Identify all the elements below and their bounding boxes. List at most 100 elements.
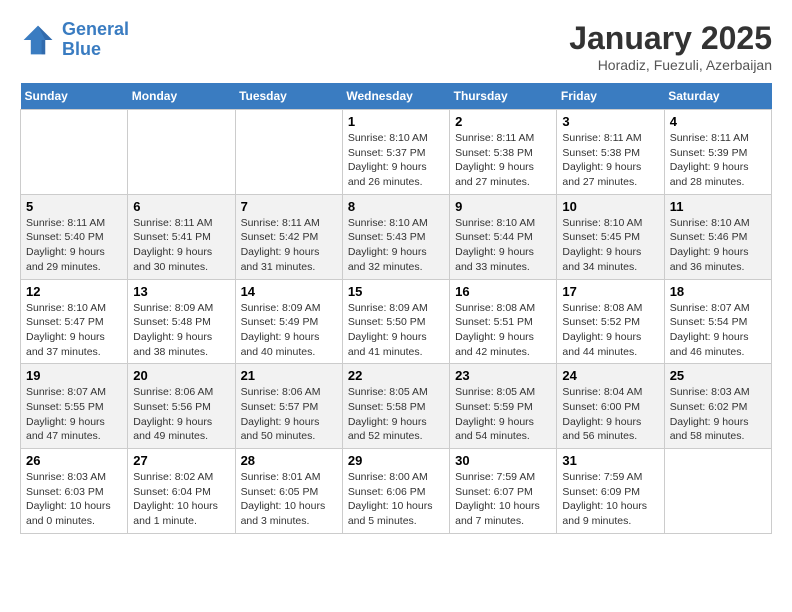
day-number: 29 — [348, 453, 444, 468]
day-number: 9 — [455, 199, 551, 214]
day-cell: 30Sunrise: 7:59 AM Sunset: 6:07 PM Dayli… — [450, 449, 557, 534]
day-number: 17 — [562, 284, 658, 299]
day-info: Sunrise: 8:11 AM Sunset: 5:41 PM Dayligh… — [133, 216, 229, 275]
day-number: 8 — [348, 199, 444, 214]
day-info: Sunrise: 8:05 AM Sunset: 5:59 PM Dayligh… — [455, 385, 551, 444]
day-info: Sunrise: 8:09 AM Sunset: 5:48 PM Dayligh… — [133, 301, 229, 360]
day-cell: 13 Sunrise: 8:09 AM Sunset: 5:48 PM Dayli… — [128, 279, 235, 364]
day-info: Sunrise: 8:10 AM Sunset: 5:45 PM Dayligh… — [562, 216, 658, 275]
calendar-body: 1 Sunrise: 8:10 AM Sunset: 5:37 PM Daylig… — [21, 110, 772, 534]
day-cell: 8Sunrise: 8:10 AM Sunset: 5:43 PM Daylig… — [342, 194, 449, 279]
header-row: SundayMondayTuesdayWednesdayThursdayFrid… — [21, 83, 772, 110]
day-cell: 22 Sunrise: 8:05 AM Sunset: 5:58 PM Dayli… — [342, 364, 449, 449]
week-row-2: 5Sunrise: 8:11 AM Sunset: 5:40 PM Daylig… — [21, 194, 772, 279]
day-info: Sunrise: 8:10 AM Sunset: 5:47 PM Dayligh… — [26, 301, 122, 360]
day-number: 1 — [348, 114, 444, 129]
day-info: Sunrise: 8:01 AM Sunset: 6:05 PM Dayligh… — [241, 470, 337, 529]
day-number: 22 — [348, 368, 444, 383]
day-number: 5 — [26, 199, 122, 214]
day-info: Sunrise: 8:09 AM Sunset: 5:49 PM Dayligh… — [241, 301, 337, 360]
day-number: 27 — [133, 453, 229, 468]
logo-line1: General — [62, 19, 129, 39]
day-cell — [128, 110, 235, 195]
day-info: Sunrise: 8:10 AM Sunset: 5:37 PM Dayligh… — [348, 131, 444, 190]
day-info: Sunrise: 8:06 AM Sunset: 5:56 PM Dayligh… — [133, 385, 229, 444]
day-info: Sunrise: 8:10 AM Sunset: 5:44 PM Dayligh… — [455, 216, 551, 275]
day-info: Sunrise: 8:08 AM Sunset: 5:52 PM Dayligh… — [562, 301, 658, 360]
header-cell-friday: Friday — [557, 83, 664, 110]
day-info: Sunrise: 8:05 AM Sunset: 5:58 PM Dayligh… — [348, 385, 444, 444]
day-number: 4 — [670, 114, 766, 129]
day-number: 2 — [455, 114, 551, 129]
day-cell: 1 Sunrise: 8:10 AM Sunset: 5:37 PM Daylig… — [342, 110, 449, 195]
day-cell: 19 Sunrise: 8:07 AM Sunset: 5:55 PM Dayli… — [21, 364, 128, 449]
day-number: 21 — [241, 368, 337, 383]
day-cell — [235, 110, 342, 195]
week-row-1: 1 Sunrise: 8:10 AM Sunset: 5:37 PM Daylig… — [21, 110, 772, 195]
day-info: Sunrise: 8:07 AM Sunset: 5:54 PM Dayligh… — [670, 301, 766, 360]
header-cell-tuesday: Tuesday — [235, 83, 342, 110]
day-number: 18 — [670, 284, 766, 299]
day-cell: 29 Sunrise: 8:00 AM Sunset: 6:06 PM Dayli… — [342, 449, 449, 534]
logo-text: General Blue — [62, 20, 129, 60]
day-number: 31 — [562, 453, 658, 468]
day-number: 13 — [133, 284, 229, 299]
day-cell: 28 Sunrise: 8:01 AM Sunset: 6:05 PM Dayli… — [235, 449, 342, 534]
day-number: 7 — [241, 199, 337, 214]
week-row-4: 19 Sunrise: 8:07 AM Sunset: 5:55 PM Dayli… — [21, 364, 772, 449]
day-number: 20 — [133, 368, 229, 383]
day-number: 24 — [562, 368, 658, 383]
day-cell: 23 Sunrise: 8:05 AM Sunset: 5:59 PM Dayli… — [450, 364, 557, 449]
day-cell: 16Sunrise: 8:08 AM Sunset: 5:51 PM Dayli… — [450, 279, 557, 364]
day-cell: 5Sunrise: 8:11 AM Sunset: 5:40 PM Daylig… — [21, 194, 128, 279]
day-info: Sunrise: 8:00 AM Sunset: 6:06 PM Dayligh… — [348, 470, 444, 529]
day-number: 25 — [670, 368, 766, 383]
day-info: Sunrise: 8:09 AM Sunset: 5:50 PM Dayligh… — [348, 301, 444, 360]
day-number: 30 — [455, 453, 551, 468]
day-info: Sunrise: 8:06 AM Sunset: 5:57 PM Dayligh… — [241, 385, 337, 444]
day-cell: 12 Sunrise: 8:10 AM Sunset: 5:47 PM Dayli… — [21, 279, 128, 364]
day-cell: 27 Sunrise: 8:02 AM Sunset: 6:04 PM Dayli… — [128, 449, 235, 534]
day-cell — [664, 449, 771, 534]
day-info: Sunrise: 8:02 AM Sunset: 6:04 PM Dayligh… — [133, 470, 229, 529]
day-info: Sunrise: 7:59 AM Sunset: 6:09 PM Dayligh… — [562, 470, 658, 529]
day-info: Sunrise: 8:07 AM Sunset: 5:55 PM Dayligh… — [26, 385, 122, 444]
header-cell-saturday: Saturday — [664, 83, 771, 110]
day-cell: 26Sunrise: 8:03 AM Sunset: 6:03 PM Dayli… — [21, 449, 128, 534]
day-cell: 20 Sunrise: 8:06 AM Sunset: 5:56 PM Dayli… — [128, 364, 235, 449]
day-cell: 4 Sunrise: 8:11 AM Sunset: 5:39 PM Daylig… — [664, 110, 771, 195]
day-info: Sunrise: 8:10 AM Sunset: 5:46 PM Dayligh… — [670, 216, 766, 275]
day-info: Sunrise: 8:11 AM Sunset: 5:42 PM Dayligh… — [241, 216, 337, 275]
day-number: 6 — [133, 199, 229, 214]
day-info: Sunrise: 8:11 AM Sunset: 5:39 PM Dayligh… — [670, 131, 766, 190]
day-info: Sunrise: 8:03 AM Sunset: 6:03 PM Dayligh… — [26, 470, 122, 529]
day-cell: 15Sunrise: 8:09 AM Sunset: 5:50 PM Dayli… — [342, 279, 449, 364]
calendar-header: SundayMondayTuesdayWednesdayThursdayFrid… — [21, 83, 772, 110]
title-block: January 2025 Horadiz, Fuezuli, Azerbaija… — [569, 20, 772, 73]
day-cell: 21 Sunrise: 8:06 AM Sunset: 5:57 PM Dayli… — [235, 364, 342, 449]
day-number: 19 — [26, 368, 122, 383]
day-number: 23 — [455, 368, 551, 383]
day-number: 16 — [455, 284, 551, 299]
logo-line2: Blue — [62, 39, 101, 59]
day-number: 10 — [562, 199, 658, 214]
logo: General Blue — [20, 20, 129, 60]
day-cell: 18 Sunrise: 8:07 AM Sunset: 5:54 PM Dayli… — [664, 279, 771, 364]
header-cell-wednesday: Wednesday — [342, 83, 449, 110]
header-cell-thursday: Thursday — [450, 83, 557, 110]
day-number: 12 — [26, 284, 122, 299]
calendar-subtitle: Horadiz, Fuezuli, Azerbaijan — [569, 57, 772, 73]
day-number: 11 — [670, 199, 766, 214]
day-info: Sunrise: 8:11 AM Sunset: 5:38 PM Dayligh… — [562, 131, 658, 190]
logo-icon — [20, 22, 56, 58]
day-cell: 24Sunrise: 8:04 AM Sunset: 6:00 PM Dayli… — [557, 364, 664, 449]
day-cell — [21, 110, 128, 195]
day-cell: 10 Sunrise: 8:10 AM Sunset: 5:45 PM Dayli… — [557, 194, 664, 279]
week-row-3: 12 Sunrise: 8:10 AM Sunset: 5:47 PM Dayli… — [21, 279, 772, 364]
day-number: 28 — [241, 453, 337, 468]
header-cell-sunday: Sunday — [21, 83, 128, 110]
day-number: 14 — [241, 284, 337, 299]
day-cell: 11 Sunrise: 8:10 AM Sunset: 5:46 PM Dayli… — [664, 194, 771, 279]
day-cell: 31 Sunrise: 7:59 AM Sunset: 6:09 PM Dayli… — [557, 449, 664, 534]
week-row-5: 26Sunrise: 8:03 AM Sunset: 6:03 PM Dayli… — [21, 449, 772, 534]
